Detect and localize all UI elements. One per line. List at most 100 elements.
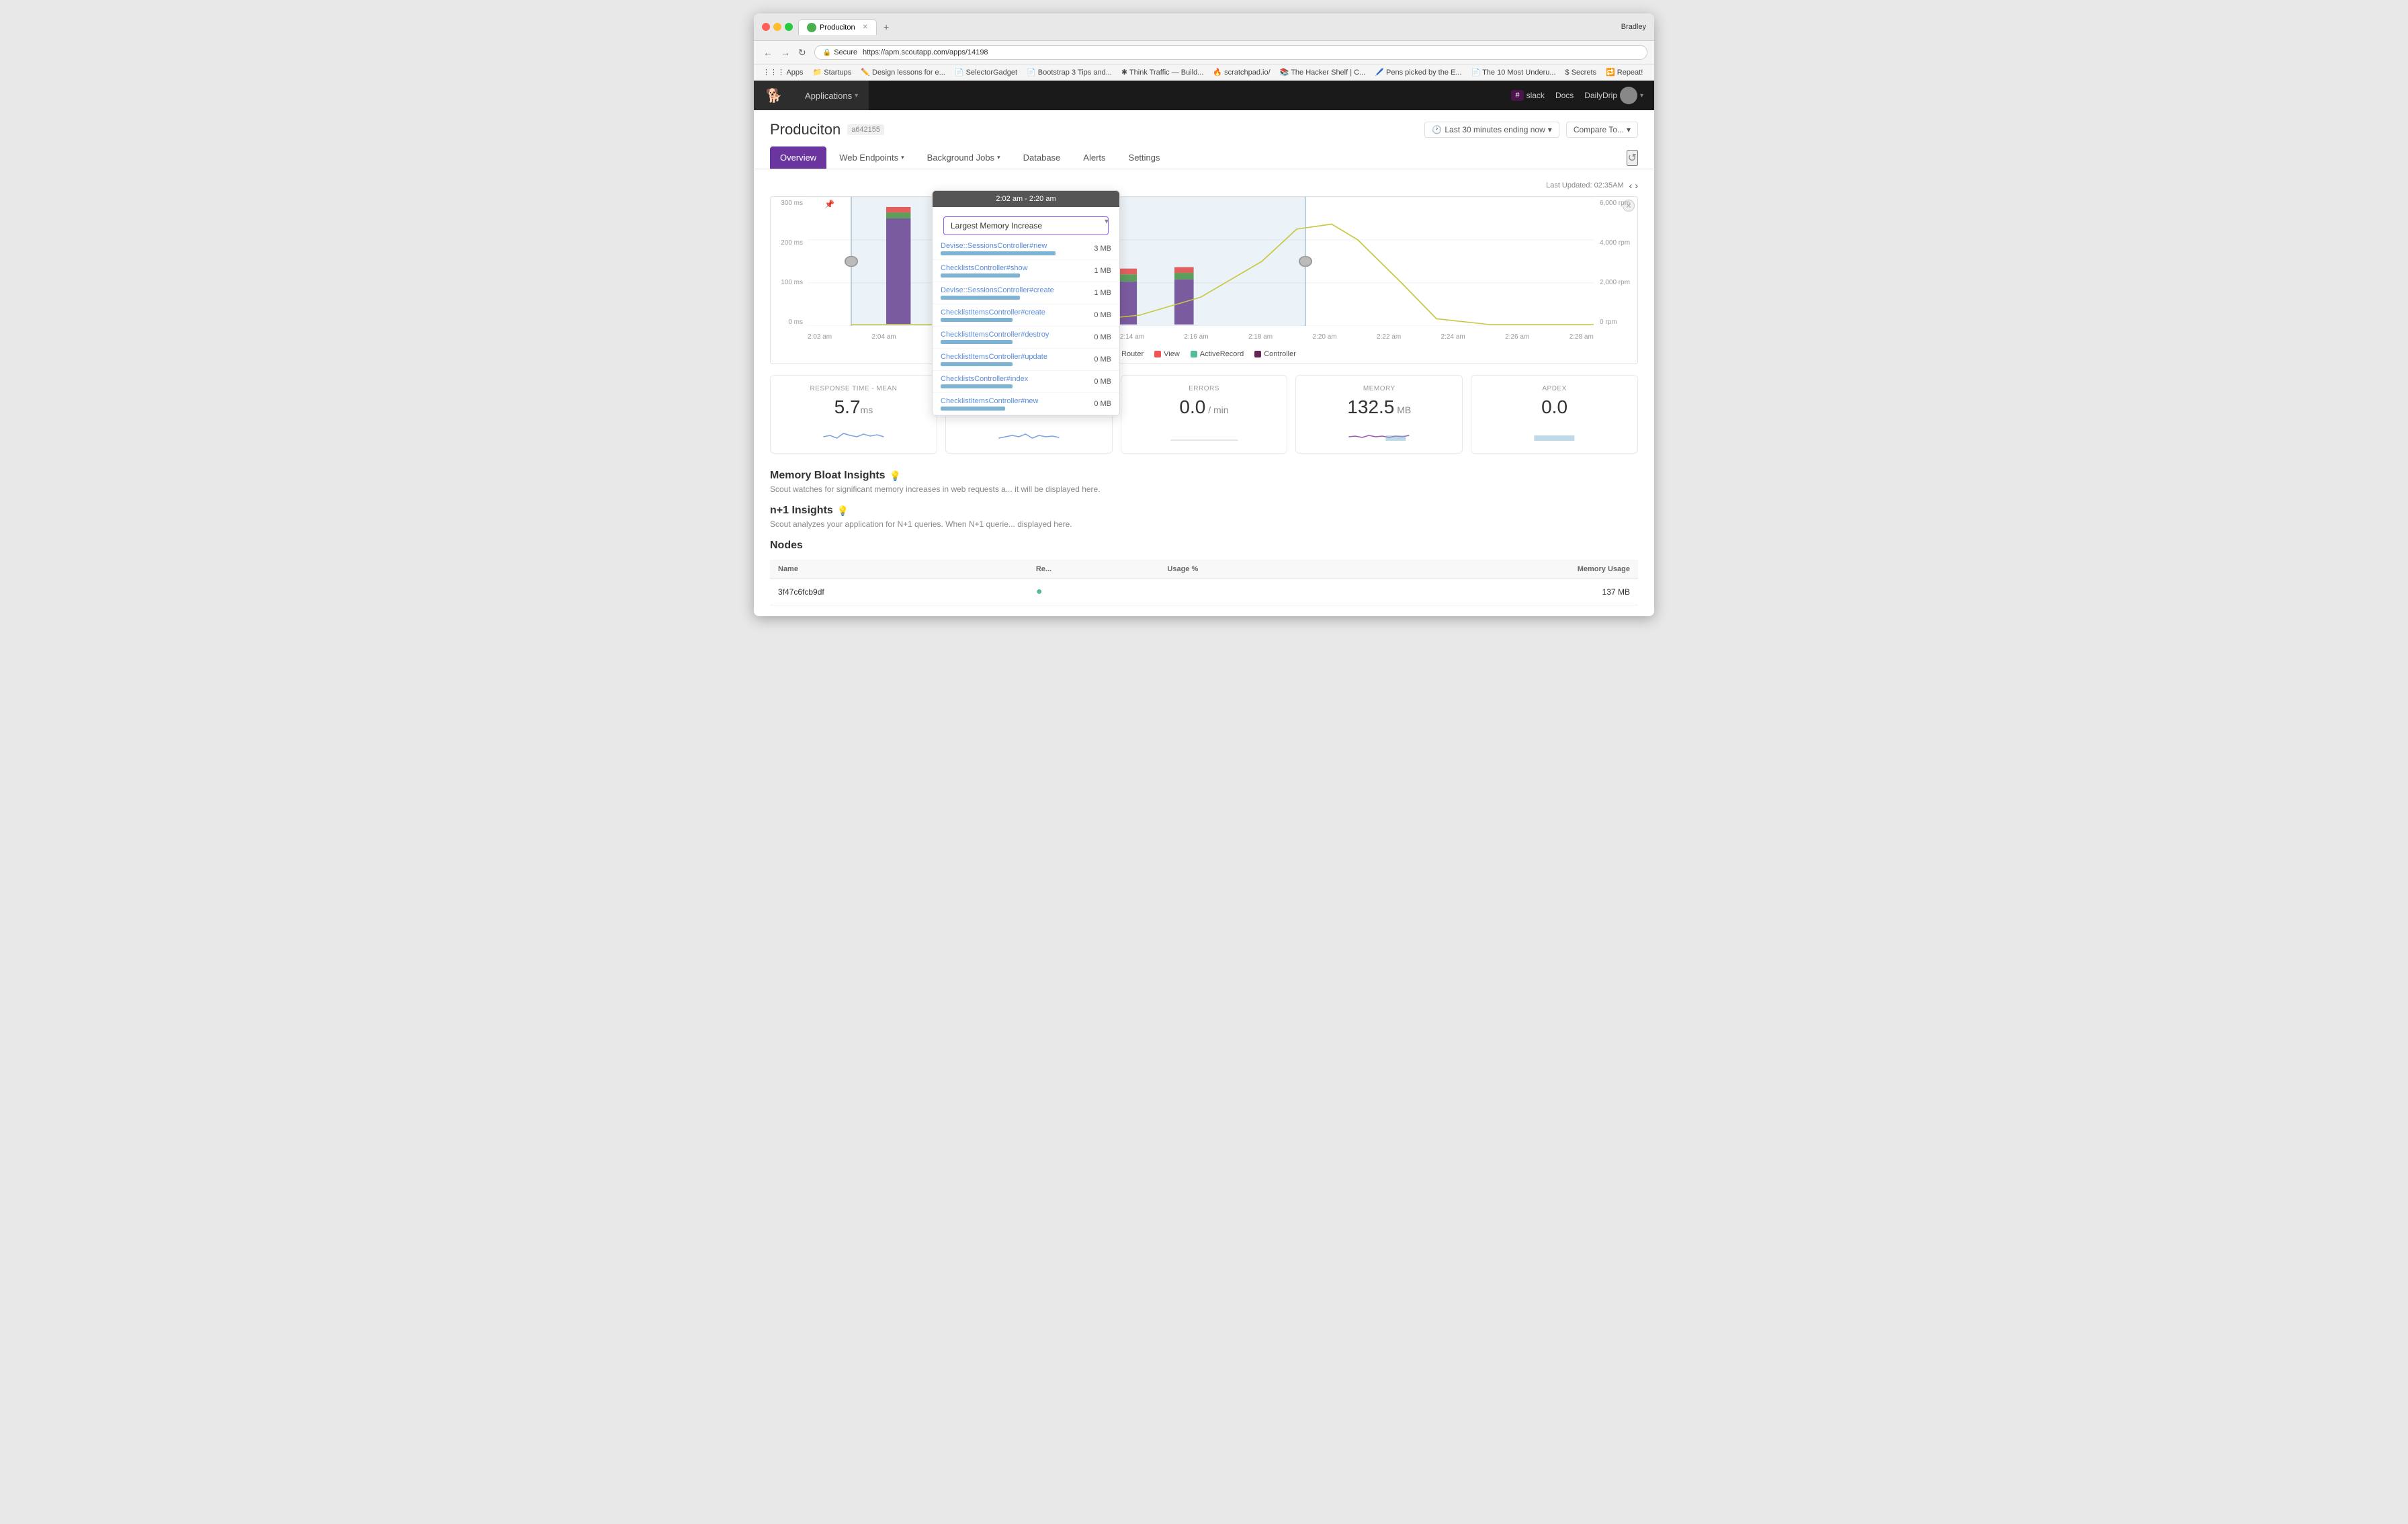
x-label-204: 2:04 am: [872, 333, 896, 341]
tooltip-item-name-4[interactable]: ChecklistItemsController#create: [941, 308, 1084, 316]
tooltip-item-value-8: 0 MB: [1084, 400, 1111, 408]
header-right: # slack Docs DailyDrip ▾: [1511, 87, 1654, 104]
docs-button[interactable]: Docs: [1555, 91, 1574, 100]
tooltip-item-value-5: 0 MB: [1084, 333, 1111, 341]
tab-settings[interactable]: Settings: [1119, 146, 1170, 169]
legend-view-dot: [1154, 351, 1161, 357]
x-label-218: 2:18 am: [1248, 333, 1273, 341]
x-label-216: 2:16 am: [1184, 333, 1208, 341]
legend-activerecord-label: ActiveRecord: [1200, 350, 1244, 358]
legend-activerecord: ActiveRecord: [1191, 350, 1244, 358]
tooltip-item-name-3[interactable]: Devise::SessionsController#create: [941, 286, 1084, 294]
tab-alerts[interactable]: Alerts: [1073, 146, 1115, 169]
tab-overview[interactable]: Overview: [770, 146, 826, 169]
bookmark-startups[interactable]: 📁 Startups: [811, 67, 854, 77]
main-content: Last Updated: 02:35AM ‹ › ✕ 📌 300 ms 200: [754, 169, 1654, 616]
dailydrip-button[interactable]: DailyDrip ▾: [1584, 87, 1643, 104]
nodes-title: Nodes: [770, 540, 1638, 552]
tooltip-item-name-8[interactable]: ChecklistItemsController#new: [941, 397, 1084, 405]
chart-svg: [808, 197, 1594, 326]
node-usage: [1159, 579, 1353, 605]
compare-chevron-icon: ▾: [1627, 125, 1631, 134]
app-id-badge: a642155: [847, 124, 884, 135]
tooltip-metric-select[interactable]: Largest Memory Increase: [943, 216, 1109, 235]
last-updated-row: Last Updated: 02:35AM ‹ ›: [770, 180, 1638, 191]
y-right-4000: 4,000 rpm: [1600, 239, 1637, 247]
col-memory-usage: Memory Usage: [1354, 560, 1638, 579]
tab-web-endpoints[interactable]: Web Endpoints ▾: [829, 146, 914, 169]
compare-button[interactable]: Compare To... ▾: [1566, 122, 1638, 138]
tooltip-item-bar-8: [941, 407, 1005, 411]
refresh-button[interactable]: ↺: [1627, 150, 1638, 166]
tab-close-button[interactable]: ✕: [863, 24, 868, 31]
bookmark-secrets[interactable]: $ Secrets: [1563, 68, 1598, 77]
tooltip-time: 2:02 am - 2:20 am: [996, 195, 1056, 203]
x-label-228: 2:28 am: [1570, 333, 1594, 341]
x-label-214: 2:14 am: [1120, 333, 1144, 341]
logo-icon: 🐕: [766, 87, 783, 104]
legend-controller: Controller: [1254, 350, 1296, 358]
close-button[interactable]: [762, 23, 770, 31]
tab-background-jobs[interactable]: Background Jobs ▾: [917, 146, 1010, 169]
header-controls: 🕐 Last 30 minutes ending now ▾ Compare T…: [1424, 122, 1638, 138]
title-bar: Produciton ✕ + Bradley: [754, 13, 1654, 41]
tooltip-item-bar-7: [941, 384, 1013, 388]
bookmark-selector[interactable]: 📄 SelectorGadget: [953, 67, 1019, 77]
n1-desc: Scout analyzes your application for N+1 …: [770, 519, 1638, 529]
memory-bloat-desc: Scout watches for significant memory inc…: [770, 484, 1638, 494]
browser-tab[interactable]: Produciton ✕: [798, 19, 877, 35]
bookmark-apps[interactable]: ⋮⋮⋮ Apps: [761, 67, 806, 77]
tooltip-item-name-6[interactable]: ChecklistItemsController#update: [941, 353, 1084, 361]
tooltip-item-name-2[interactable]: ChecklistsController#show: [941, 264, 1084, 272]
tooltip-item-value-3: 1 MB: [1084, 289, 1111, 297]
time-selector[interactable]: 🕐 Last 30 minutes ending now ▾: [1424, 122, 1559, 138]
bookmark-other[interactable]: » Other Bookmarks: [1653, 68, 1654, 77]
tooltip-item-bar-1: [941, 251, 1056, 255]
tooltip-item-name-1[interactable]: Devise::SessionsController#new: [941, 242, 1084, 250]
metric-apdex-value: 0.0: [1481, 396, 1628, 418]
forward-button[interactable]: →: [778, 46, 793, 60]
page-content: Produciton a642155 🕐 Last 30 minutes end…: [754, 110, 1654, 616]
nav-arrows: ‹ ›: [1629, 180, 1638, 191]
url-text: https://apm.scoutapp.com/apps/14198: [863, 48, 988, 56]
bookmark-pens[interactable]: 🖊️ Pens picked by the E...: [1373, 67, 1463, 77]
metric-response-mean-label: RESPONSE TIME - MEAN: [780, 385, 927, 392]
bookmark-10most[interactable]: 📄 The 10 Most Underu...: [1469, 67, 1558, 77]
app-nav[interactable]: Applications ▾: [794, 81, 869, 110]
tooltip-item: ChecklistsController#show 1 MB: [933, 260, 1119, 282]
url-bar[interactable]: 🔒 Secure https://apm.scoutapp.com/apps/1…: [814, 45, 1647, 60]
metric-memory-label: MEMORY: [1305, 385, 1453, 392]
back-button[interactable]: ←: [761, 46, 775, 60]
tooltip-item-bar-4: [941, 318, 1013, 322]
node-memory-usage: 137 MB: [1354, 579, 1638, 605]
bookmark-design[interactable]: ✏️ Design lessons for e...: [859, 67, 947, 77]
tab-background-jobs-label: Background Jobs: [927, 153, 994, 163]
bookmark-think[interactable]: ✱ Think Traffic — Build...: [1119, 67, 1206, 77]
slack-button[interactable]: # slack: [1511, 90, 1544, 101]
y-label-0: 0 ms: [771, 319, 803, 326]
tooltip-items-list: Devise::SessionsController#new 3 MB Chec…: [933, 238, 1119, 415]
tooltip-item-name-7[interactable]: ChecklistsController#index: [941, 375, 1084, 383]
metric-errors-value: 0.0 / min: [1131, 396, 1278, 418]
clock-icon: 🕐: [1432, 125, 1442, 134]
x-label-220: 2:20 am: [1313, 333, 1337, 341]
tooltip-item-bar-3: [941, 296, 1020, 300]
bookmark-hacker[interactable]: 📚 The Hacker Shelf | C...: [1278, 67, 1368, 77]
maximize-button[interactable]: [785, 23, 793, 31]
new-tab-button[interactable]: +: [881, 19, 892, 35]
tooltip-item-name-5[interactable]: ChecklistItemsController#destroy: [941, 331, 1084, 339]
bookmark-scratch[interactable]: 🔥 scratchpad.io/: [1211, 67, 1272, 77]
prev-arrow[interactable]: ‹: [1629, 180, 1633, 191]
tooltip-header: 2:02 am - 2:20 am: [933, 191, 1119, 207]
bookmark-bootstrap[interactable]: 📄 Bootstrap 3 Tips and...: [1025, 67, 1114, 77]
slack-label: slack: [1526, 91, 1545, 100]
tooltip-item: Devise::SessionsController#new 3 MB: [933, 238, 1119, 260]
bookmark-repeat[interactable]: 🔁 Repeat!: [1604, 67, 1645, 77]
reload-button[interactable]: ↻: [796, 46, 809, 60]
tab-database[interactable]: Database: [1013, 146, 1071, 169]
y-right-6000: 6,000 rpm: [1600, 200, 1637, 207]
tooltip-item-value-2: 1 MB: [1084, 267, 1111, 275]
next-arrow[interactable]: ›: [1635, 180, 1638, 191]
minimize-button[interactable]: [773, 23, 781, 31]
tab-bar: Produciton ✕ +: [798, 19, 1616, 35]
